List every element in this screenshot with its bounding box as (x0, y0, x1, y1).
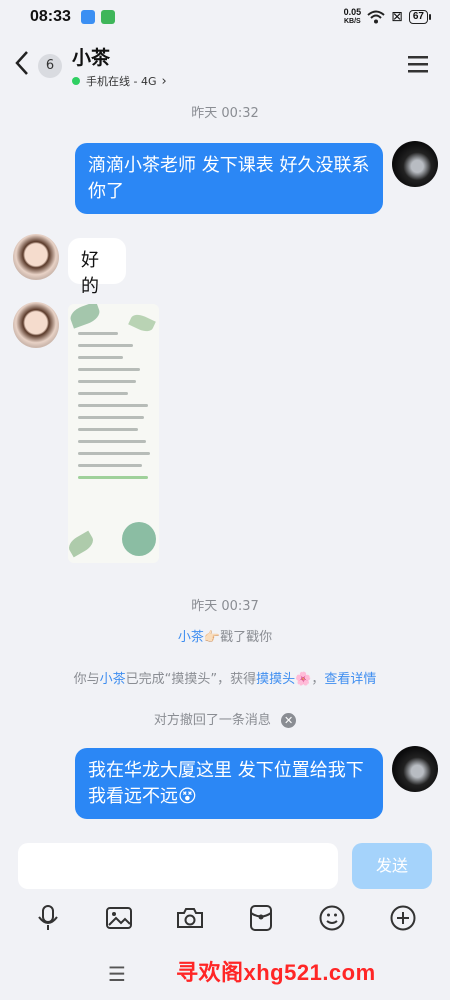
image-button[interactable] (99, 898, 139, 938)
message-bubble-outgoing[interactable]: 滴滴小茶老师 发下课表 好久没联系你了 (75, 143, 383, 214)
menu-button[interactable] (408, 54, 428, 79)
back-button[interactable] (14, 50, 32, 83)
view-details-link[interactable]: 查看详情 (324, 672, 376, 687)
achievement-name-link[interactable]: 小茶 (100, 672, 126, 687)
message-bubble-incoming[interactable]: 好的 (68, 238, 126, 297)
online-dot-icon (72, 77, 80, 85)
wifi-icon (367, 10, 385, 24)
input-toolbar (0, 898, 450, 938)
camera-button[interactable] (170, 898, 210, 938)
red-packet-button[interactable] (241, 898, 281, 938)
close-circle-icon[interactable]: ✕ (281, 713, 297, 728)
voice-button[interactable] (28, 898, 68, 938)
voice-icon (37, 905, 58, 930)
message-timestamp: 昨天 00:37 (191, 599, 259, 614)
succulent-decoration (122, 522, 156, 556)
contact-avatar[interactable] (13, 302, 59, 348)
unread-badge: 6 (38, 54, 62, 78)
self-avatar[interactable] (392, 141, 438, 187)
leaf-decoration (68, 304, 103, 329)
leaf-decoration (128, 311, 156, 335)
message-bubble-outgoing[interactable]: 我在华龙大厦这里 发下位置给我下 我看远不远😵 (75, 748, 383, 819)
emoji-icon (319, 905, 344, 931)
more-button[interactable] (383, 898, 423, 938)
online-status: 手机在线 - 4G › (72, 73, 167, 89)
status-time: 08:33 (30, 8, 71, 25)
self-avatar[interactable] (392, 746, 438, 792)
chat-header: 6 小茶 手机在线 - 4G › (0, 38, 450, 94)
status-bar: 08:33 0.05 KB/S ⊠ 67 (0, 0, 450, 34)
image-icon (105, 907, 132, 929)
message-input[interactable] (18, 843, 338, 889)
poke-hand-icon: 👉🏻 (203, 630, 221, 645)
chevron-right-icon: › (161, 73, 167, 89)
contact-name: 小茶 (72, 47, 111, 69)
leaf-decoration (68, 530, 97, 558)
close-signal-icon: ⊠ (391, 9, 403, 25)
camera-icon (176, 908, 203, 928)
recall-notice: 对方撤回了一条消息 ✕ (0, 709, 450, 728)
wechat-notification-icon (100, 10, 115, 24)
hamburger-icon (408, 55, 428, 72)
chevron-left-icon (15, 50, 28, 75)
watermark-text: 寻欢阁xhg521.com (176, 960, 376, 985)
achievement-notice: 你与小茶已完成“摸摸头”，获得摸摸头🌸，查看详情 (73, 672, 377, 687)
send-button[interactable]: 发送 (352, 843, 432, 889)
navigation-menu-icon[interactable]: ☰ (108, 962, 126, 986)
poke-name-link[interactable]: 小茶 (178, 630, 204, 645)
poke-notice: 小茶👉🏻戳了戳你 (177, 630, 273, 645)
contact-avatar[interactable] (13, 234, 59, 280)
message-timestamp: 昨天 00:32 (191, 106, 259, 121)
flower-badge-icon: 🌸 (295, 672, 312, 687)
network-speed: 0.05 KB/S (343, 7, 362, 26)
laughing-emoji-icon: 😵 (178, 786, 197, 807)
image-message[interactable] (68, 304, 159, 563)
emoji-button[interactable] (312, 898, 352, 938)
achievement-badge-link[interactable]: 摸摸头 (256, 672, 295, 687)
red-packet-icon (249, 905, 272, 931)
battery-indicator: 67 (408, 10, 432, 24)
app-notification-icon (80, 10, 95, 24)
plus-icon (390, 905, 415, 931)
contact-title[interactable]: 小茶 手机在线 - 4G › (72, 43, 167, 89)
